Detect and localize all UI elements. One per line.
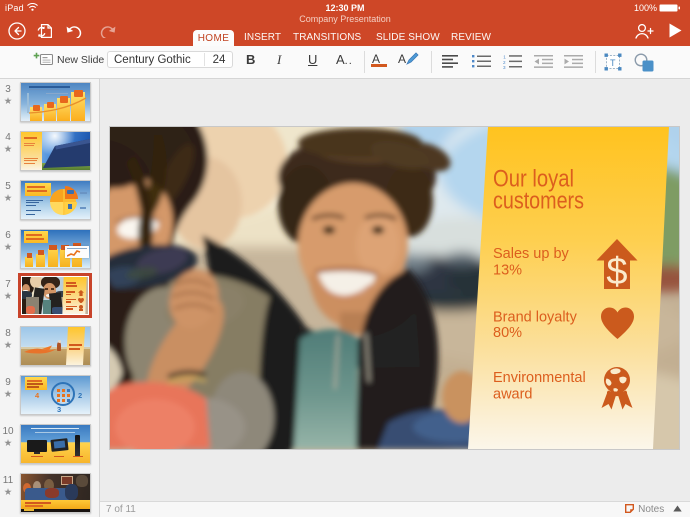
svg-text:$: $ [606, 251, 627, 293]
svg-text:3: 3 [503, 65, 506, 69]
svg-text:T: T [610, 58, 616, 68]
svg-text:Brand loyalty: Brand loyalty [493, 310, 578, 326]
svg-text:Environmental: Environmental [493, 370, 586, 386]
svg-text:award: award [493, 387, 533, 403]
svg-text:1: 1 [503, 55, 506, 60]
svg-text:13%: 13% [493, 262, 522, 278]
svg-text:80%: 80% [493, 325, 522, 341]
svg-text:customers: customers [493, 188, 584, 215]
svg-text:Sales up by: Sales up by [493, 246, 570, 262]
